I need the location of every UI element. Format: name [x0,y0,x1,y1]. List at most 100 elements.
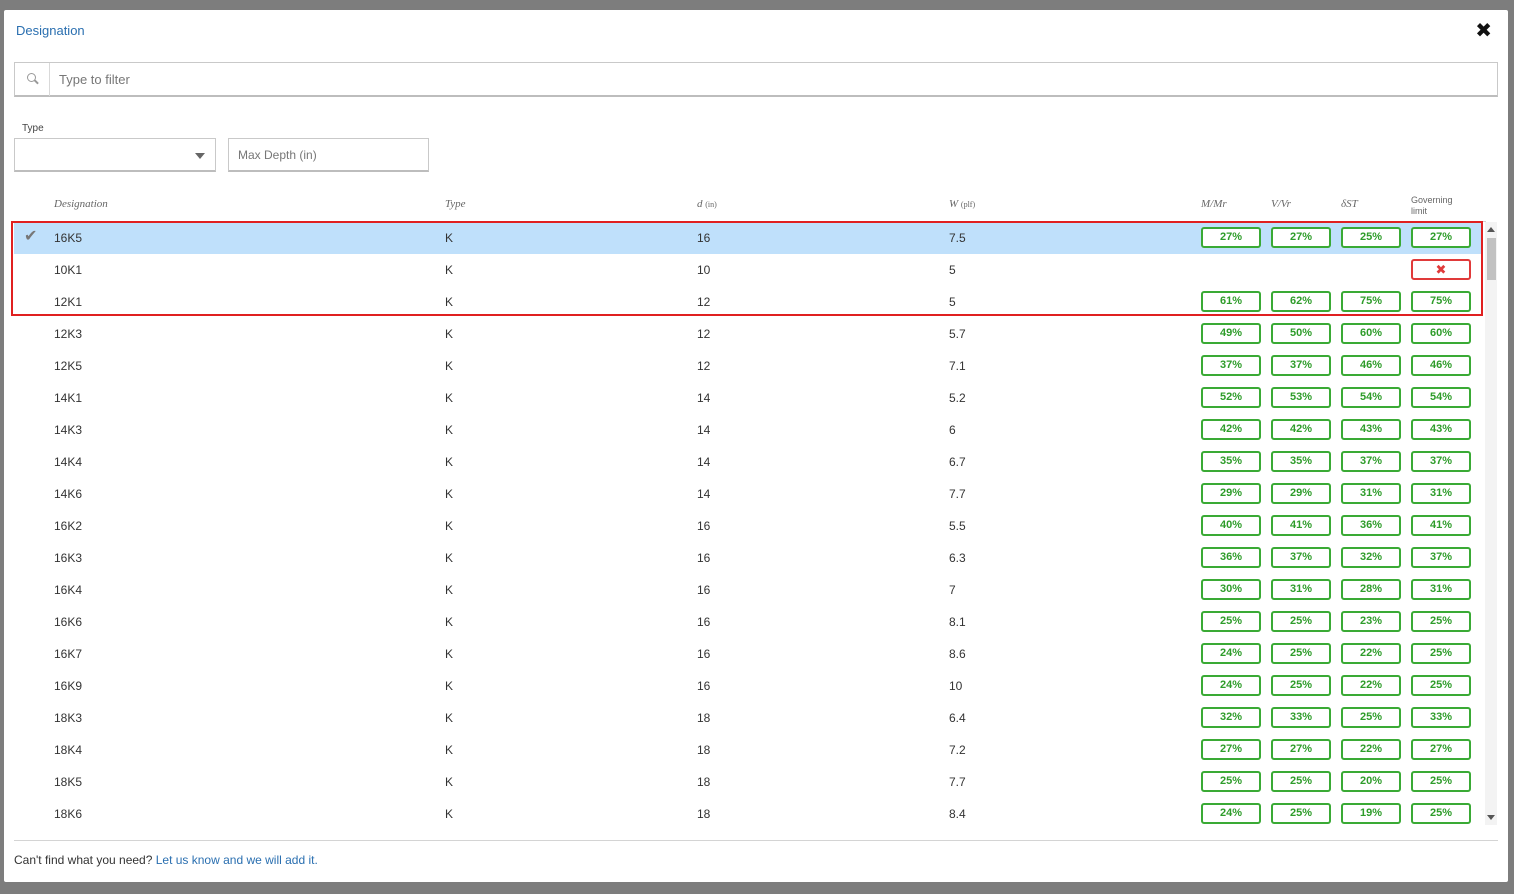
dialog-title: Designation [16,23,85,38]
table-row[interactable]: 14K6 K 14 7.7 29% 29% 31% 31% [14,478,1482,510]
ratio-badge-delta: 60% [1341,323,1401,344]
ratio-badge-gov: 54% [1411,387,1471,408]
ratio-badge-v: 27% [1271,739,1331,760]
cell-d: 14 [697,487,711,501]
table-row[interactable]: 16K6 K 16 8.1 25% 25% 23% 25% [14,606,1482,638]
table-row[interactable]: 16K4 K 16 7 30% 31% 28% 31% [14,574,1482,606]
ratio-badge-gov: 31% [1411,579,1471,600]
ratio-badge-m: 32% [1201,707,1261,728]
column-header-deflection-ratio[interactable]: δST [1341,198,1358,210]
type-dropdown[interactable] [14,138,216,172]
cell-type: K [445,775,454,789]
cell-d: 18 [697,807,711,821]
cell-w: 6.4 [949,711,966,725]
max-depth-input[interactable] [229,139,428,170]
table-row[interactable]: 18K4 K 18 7.2 27% 27% 22% 27% [14,734,1482,766]
ratio-badge-v: 62% [1271,291,1331,312]
ratio-badge-m: 27% [1201,739,1261,760]
cell-w: 5.5 [949,519,966,533]
column-header-governing-limit[interactable]: Governing limit [1411,195,1453,217]
ratio-badge-v: 25% [1271,611,1331,632]
column-header-weight-label: W [949,198,959,210]
ratio-badge-m: 25% [1201,771,1261,792]
cell-designation: 16K9 [54,679,83,693]
ratio-badge-m: 37% [1201,355,1261,376]
table-row[interactable]: 18K5 K 18 7.7 25% 25% 20% 25% [14,766,1482,798]
cell-w: 7.5 [949,231,966,245]
cell-type: K [445,519,454,533]
ratio-badge-gov: 31% [1411,483,1471,504]
table-row[interactable]: 16K3 K 16 6.3 36% 37% 32% 37% [14,542,1482,574]
cell-designation: 18K6 [54,807,83,821]
ratio-badge-v: 25% [1271,803,1331,824]
close-icon[interactable]: ✖ [1475,19,1492,43]
ratio-badge-gov: 25% [1411,611,1471,632]
table-row[interactable]: 14K3 K 14 6 42% 42% 43% 43% [14,414,1482,446]
table-row[interactable]: 16K2 K 16 5.5 40% 41% 36% 41% [14,510,1482,542]
cell-type: K [445,743,454,757]
cell-d: 18 [697,711,711,725]
ratio-badge-gov: 25% [1411,803,1471,824]
ratio-badge-v: 41% [1271,515,1331,536]
table-row[interactable]: 16K9 K 16 10 24% 25% 22% 25% [14,670,1482,702]
cell-designation: 16K2 [54,519,83,533]
cell-d: 12 [697,327,711,341]
max-depth-field [228,138,429,172]
fail-x-icon: ✖ [1411,259,1471,280]
footer: Can't find what you need? Let us know an… [14,853,318,867]
table-row[interactable]: 14K4 K 14 6.7 35% 35% 37% 37% [14,446,1482,478]
cell-designation: 14K1 [54,391,83,405]
cell-w: 7.7 [949,775,966,789]
cell-d: 14 [697,455,711,469]
ratio-badge-gov: 75% [1411,291,1471,312]
filter-input[interactable] [57,63,1477,96]
type-filter-label: Type [22,123,44,134]
table-row[interactable]: 16K7 K 16 8.6 24% 25% 22% 25% [14,638,1482,670]
table-row[interactable]: 14K1 K 14 5.2 52% 53% 54% 54% [14,382,1482,414]
table-row[interactable]: ✔ 16K5 K 16 7.5 27% 27% 25% 27% [14,222,1482,254]
ratio-badge-delta: 19% [1341,803,1401,824]
table-row[interactable]: 12K5 K 12 7.1 37% 37% 46% 46% [14,350,1482,382]
table-row[interactable]: 18K6 K 18 8.4 24% 25% 19% 25% [14,798,1482,830]
ratio-badge-delta: 43% [1341,419,1401,440]
ratio-badge-delta: 20% [1341,771,1401,792]
column-header-moment-ratio[interactable]: M/Mr [1201,198,1227,210]
ratio-badge-m: 49% [1201,323,1261,344]
column-header-governing-line2: limit [1411,206,1427,216]
designation-dialog: Designation ✖ Type Designation Type d (i… [4,10,1508,882]
column-header-designation[interactable]: Designation [54,198,108,210]
ratio-badge-v: 25% [1271,675,1331,696]
column-header-type[interactable]: Type [445,198,466,210]
cell-d: 16 [697,583,711,597]
scroll-down-arrow-icon[interactable] [1487,815,1495,820]
table-row[interactable]: 12K3 K 12 5.7 49% 50% 60% 60% [14,318,1482,350]
ratio-badge-gov: 27% [1411,739,1471,760]
column-header-depth-unit: (in) [705,200,717,209]
ratio-badge-delta: 22% [1341,675,1401,696]
cell-type: K [445,551,454,565]
request-designation-link[interactable]: Let us know and we will add it. [156,853,318,867]
table-row[interactable]: 18K3 K 18 6.4 32% 33% 25% 33% [14,702,1482,734]
ratio-badge-v: 25% [1271,771,1331,792]
designation-table: ✔ 16K5 K 16 7.5 27% 27% 25% 27% 10K1 K 10 5 ✖ 12K1 K 12 5… [14,222,1482,830]
ratio-badge-m: 27% [1201,227,1261,248]
column-header-depth[interactable]: d (in) [697,198,717,210]
ratio-badge-delta: 25% [1341,707,1401,728]
column-header-weight[interactable]: W (plf) [949,198,975,210]
cell-type: K [445,615,454,629]
cell-d: 16 [697,551,711,565]
ratio-badge-m: 42% [1201,419,1261,440]
table-row[interactable]: 12K1 K 12 5 61% 62% 75% 75% [14,286,1482,318]
ratio-badge-m: 35% [1201,451,1261,472]
table-scrollbar[interactable] [1485,222,1497,825]
scroll-up-arrow-icon[interactable] [1487,227,1495,232]
chevron-down-icon [195,153,205,159]
cell-designation: 14K4 [54,455,83,469]
table-row[interactable]: 10K1 K 10 5 ✖ [14,254,1482,286]
scroll-thumb[interactable] [1487,238,1496,280]
cell-designation: 12K1 [54,295,83,309]
ratio-badge-v: 42% [1271,419,1331,440]
column-header-shear-ratio[interactable]: V/Vr [1271,198,1291,210]
ratio-badge-v: 37% [1271,547,1331,568]
ratio-badge-v: 35% [1271,451,1331,472]
